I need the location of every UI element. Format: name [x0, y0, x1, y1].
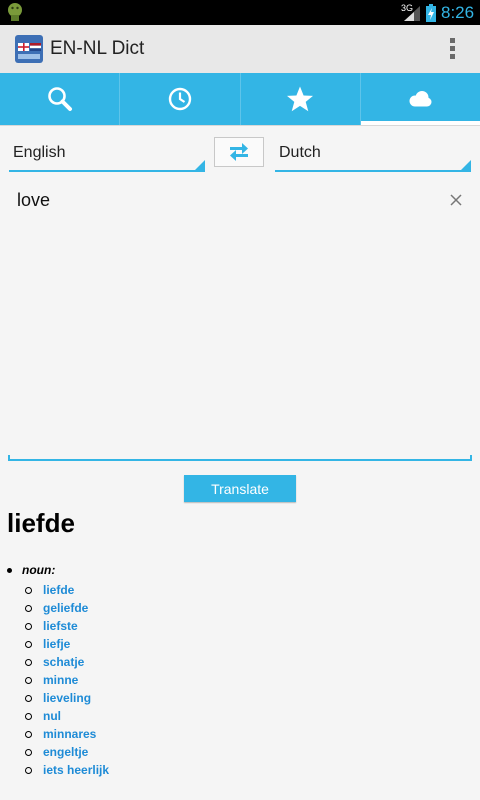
- tab-favorites[interactable]: [239, 73, 360, 125]
- list-item: minnares: [25, 725, 109, 743]
- status-clock: 8:26: [441, 3, 475, 22]
- translation-link[interactable]: schatje: [43, 655, 84, 669]
- translation-link[interactable]: liefde: [43, 583, 74, 597]
- translation-link[interactable]: nul: [43, 709, 61, 723]
- target-language-spinner[interactable]: Dutch: [275, 140, 471, 172]
- app-flags-icon[interactable]: [15, 35, 43, 63]
- part-of-speech-label: noun:: [22, 563, 56, 577]
- list-item: nul: [25, 707, 109, 725]
- star-icon: [287, 86, 314, 112]
- source-language-label: English: [13, 144, 66, 161]
- source-language-spinner[interactable]: English: [9, 140, 205, 172]
- status-bar: 3G 8:26: [0, 0, 480, 25]
- translation-link[interactable]: liefste: [43, 619, 78, 633]
- divider: [0, 125, 480, 126]
- translation-link[interactable]: minne: [43, 673, 78, 687]
- part-of-speech-row: noun:: [7, 563, 55, 577]
- translation-link[interactable]: liefje: [43, 637, 70, 651]
- action-bar: EN-NL Dict: [0, 25, 480, 73]
- translation-link[interactable]: engeltje: [43, 745, 88, 759]
- target-language-label: Dutch: [279, 144, 321, 161]
- list-item: minne: [25, 671, 109, 689]
- translate-button[interactable]: Translate: [184, 475, 296, 502]
- tab-search[interactable]: [0, 73, 119, 125]
- list-item: liefste: [25, 617, 109, 635]
- spinner-arrow-icon: [195, 160, 205, 170]
- search-icon: [47, 87, 72, 111]
- history-clock-icon: [168, 87, 192, 111]
- result-headword: liefde: [7, 508, 75, 538]
- clear-icon[interactable]: [448, 192, 464, 208]
- tab-bar: [0, 73, 480, 125]
- list-item: iets heerlijk: [25, 761, 109, 779]
- translation-link[interactable]: iets heerlijk: [43, 763, 109, 777]
- list-item: liefde: [25, 581, 109, 599]
- list-item: geliefde: [25, 599, 109, 617]
- signal-icon: [404, 6, 420, 21]
- app-title: EN-NL Dict: [50, 38, 145, 59]
- translation-list: liefde geliefde liefste liefje schatje m…: [25, 581, 109, 779]
- list-item: schatje: [25, 653, 109, 671]
- list-item: engeltje: [25, 743, 109, 761]
- input-text-field[interactable]: love: [17, 190, 50, 211]
- swap-arrows-icon: [230, 143, 248, 161]
- swap-languages-button[interactable]: [214, 137, 264, 167]
- input-underline: [8, 455, 472, 461]
- android-notification-icon: [8, 3, 22, 21]
- spinner-arrow-icon: [461, 160, 471, 170]
- overflow-menu-icon[interactable]: [440, 35, 464, 63]
- bullet: [7, 568, 12, 574]
- translation-link[interactable]: lieveling: [43, 691, 91, 705]
- cloud-icon: [409, 91, 432, 107]
- list-item: liefje: [25, 635, 109, 653]
- battery-charging-icon: [426, 4, 436, 22]
- list-item: lieveling: [25, 689, 109, 707]
- tab-online-translate[interactable]: [359, 73, 480, 125]
- translation-link[interactable]: geliefde: [43, 601, 88, 615]
- translation-link[interactable]: minnares: [43, 727, 96, 741]
- tab-history[interactable]: [119, 73, 239, 125]
